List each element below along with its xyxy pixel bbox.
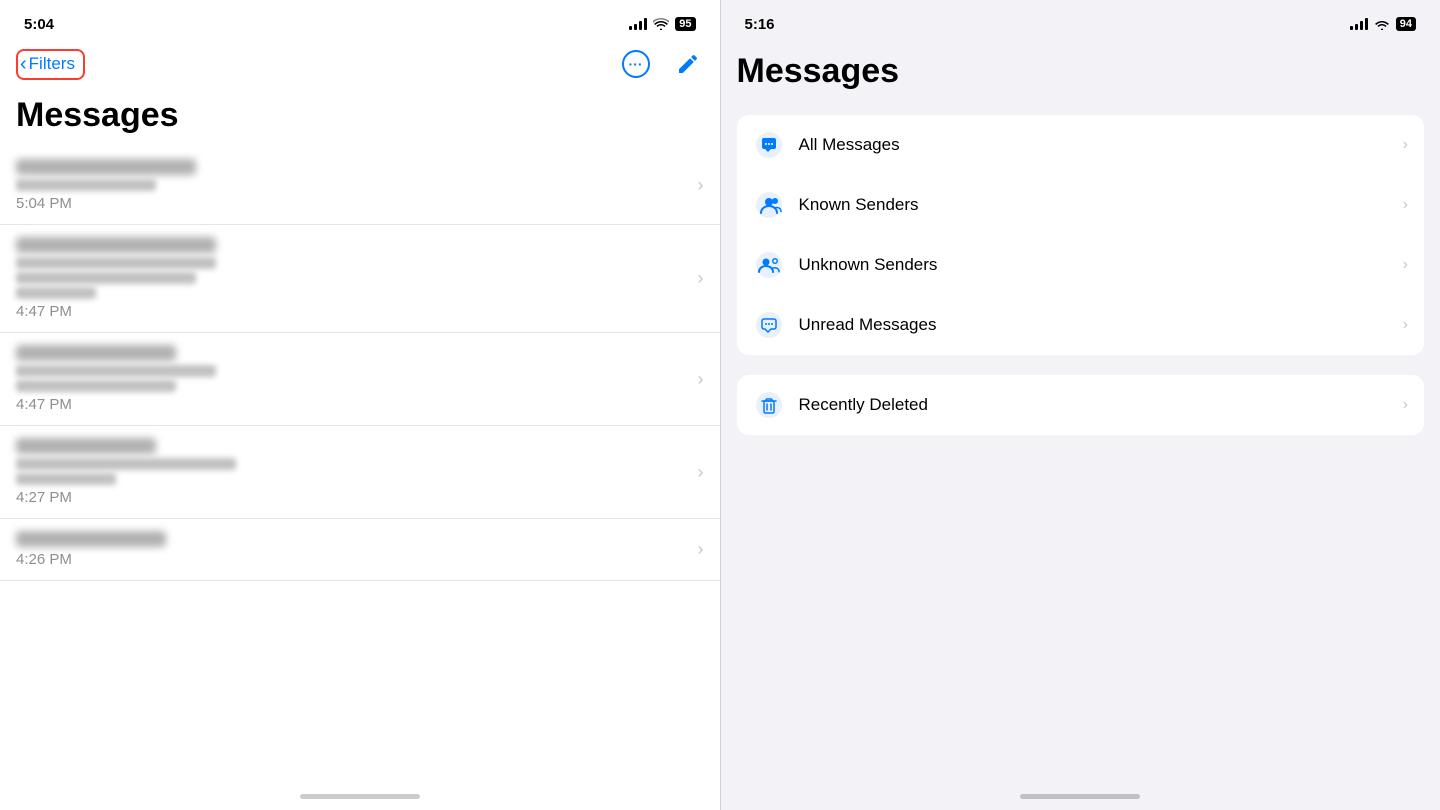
- compose-icon: [676, 52, 700, 76]
- message-name-row: [16, 531, 690, 547]
- blurred-name: [16, 531, 166, 547]
- chevron-icon: ›: [698, 539, 704, 560]
- chevron-icon: ›: [698, 462, 704, 483]
- unread-messages-item[interactable]: Unread Messages ›: [737, 295, 1425, 355]
- blurred-preview: [16, 458, 236, 470]
- filter-section-2: Recently Deleted ›: [737, 375, 1425, 435]
- known-senders-chevron: ›: [1403, 196, 1408, 214]
- home-bar-right: [1020, 794, 1140, 799]
- status-time-left: 5:04: [24, 16, 54, 33]
- blurred-preview: [16, 179, 156, 191]
- blurred-name: [16, 345, 176, 361]
- known-senders-icon: [753, 189, 785, 221]
- left-phone-panel: 5:04 95 ‹ Filters: [0, 0, 720, 810]
- message-name-row: [16, 438, 690, 454]
- nav-icons-left: ···: [620, 48, 704, 80]
- recently-deleted-label: Recently Deleted: [799, 395, 1403, 415]
- page-title-left: Messages: [0, 88, 720, 147]
- wifi-icon-right: [1374, 18, 1390, 30]
- compose-button[interactable]: [672, 48, 704, 80]
- message-time: 4:26 PM: [16, 551, 690, 568]
- message-content: 4:26 PM: [16, 531, 690, 568]
- chevron-icon: ›: [698, 175, 704, 196]
- unread-messages-chevron: ›: [1403, 316, 1408, 334]
- battery-left: 95: [675, 17, 695, 31]
- blurred-name: [16, 159, 196, 175]
- message-time: 4:27 PM: [16, 489, 690, 506]
- home-bar: [300, 794, 420, 799]
- unknown-senders-item[interactable]: Unknown Senders ›: [737, 235, 1425, 295]
- recently-deleted-icon: [753, 389, 785, 421]
- message-list: 5:04 PM › 4:47 PM ›: [0, 147, 720, 786]
- status-bar-left: 5:04 95: [0, 0, 720, 44]
- blurred-preview: [16, 257, 216, 269]
- recently-deleted-item[interactable]: Recently Deleted ›: [737, 375, 1425, 435]
- all-messages-chevron: ›: [1403, 136, 1408, 154]
- home-indicator-left: [0, 786, 720, 810]
- unread-messages-icon: [753, 309, 785, 341]
- message-item[interactable]: 4:26 PM ›: [0, 519, 720, 581]
- home-indicator-right: [721, 786, 1440, 810]
- wifi-icon-left: [653, 18, 669, 30]
- more-icon: ···: [622, 50, 650, 78]
- message-item[interactable]: 4:47 PM ›: [0, 225, 720, 333]
- message-item[interactable]: 4:47 PM ›: [0, 333, 720, 426]
- status-bar-right: 5:16 94: [721, 0, 1440, 44]
- blurred-preview-2: [16, 473, 116, 485]
- message-time: 4:47 PM: [16, 303, 690, 320]
- message-content: 4:47 PM: [16, 345, 690, 413]
- blurred-preview-2: [16, 380, 176, 392]
- filters-back-button[interactable]: ‹ Filters: [16, 49, 85, 80]
- status-time-right: 5:16: [745, 16, 775, 33]
- filter-section-1: All Messages › Known Senders ›: [737, 115, 1425, 355]
- nav-bar-left: ‹ Filters ···: [0, 44, 720, 88]
- message-content: 4:47 PM: [16, 237, 690, 320]
- right-phone-panel: 5:16 94 Messages: [720, 0, 1440, 810]
- signal-icon-left: [629, 18, 647, 30]
- blurred-name: [16, 237, 216, 253]
- unknown-senders-icon: [753, 249, 785, 281]
- battery-right: 94: [1396, 17, 1416, 31]
- unread-messages-label: Unread Messages: [799, 315, 1403, 335]
- blurred-preview-3: [16, 287, 96, 299]
- message-content: 5:04 PM: [16, 159, 690, 212]
- blurred-preview-2: [16, 272, 196, 284]
- back-chevron-icon: ‹: [20, 53, 27, 76]
- page-title-right: Messages: [721, 44, 1440, 103]
- unknown-senders-chevron: ›: [1403, 256, 1408, 274]
- status-icons-left: 95: [629, 17, 695, 31]
- message-name-row: [16, 159, 690, 175]
- message-content: 4:27 PM: [16, 438, 690, 506]
- status-icons-right: 94: [1350, 17, 1416, 31]
- known-senders-item[interactable]: Known Senders ›: [737, 175, 1425, 235]
- known-senders-label: Known Senders: [799, 195, 1403, 215]
- all-messages-item[interactable]: All Messages ›: [737, 115, 1425, 175]
- chevron-icon: ›: [698, 268, 704, 289]
- message-time: 5:04 PM: [16, 195, 690, 212]
- all-messages-icon: [753, 129, 785, 161]
- unknown-senders-label: Unknown Senders: [799, 255, 1403, 275]
- back-label: Filters: [29, 54, 75, 74]
- message-name-row: [16, 345, 690, 361]
- chevron-icon: ›: [698, 369, 704, 390]
- all-messages-label: All Messages: [799, 135, 1403, 155]
- message-time: 4:47 PM: [16, 396, 690, 413]
- message-item[interactable]: 5:04 PM ›: [0, 147, 720, 225]
- recently-deleted-chevron: ›: [1403, 396, 1408, 414]
- signal-icon-right: [1350, 18, 1368, 30]
- message-item[interactable]: 4:27 PM ›: [0, 426, 720, 519]
- blurred-preview: [16, 365, 216, 377]
- blurred-name: [16, 438, 156, 454]
- message-name-row: [16, 237, 690, 253]
- more-options-button[interactable]: ···: [620, 48, 652, 80]
